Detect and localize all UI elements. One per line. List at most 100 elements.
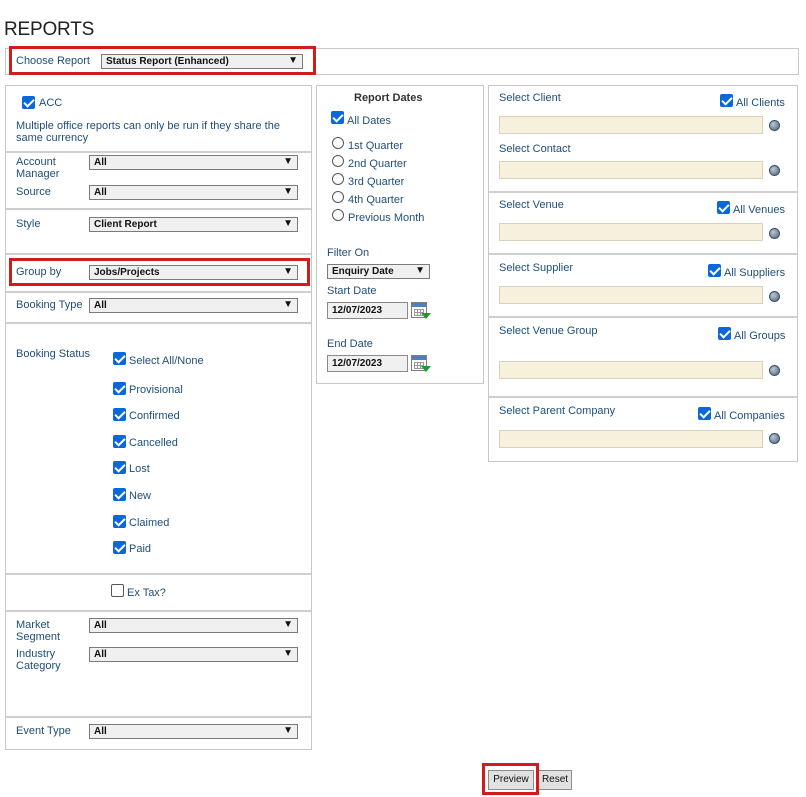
event-type-label: Event Type (16, 725, 71, 737)
venue-field[interactable] (499, 223, 763, 241)
all-suppliers-label: All Suppliers (724, 267, 786, 279)
source-label: Source (16, 186, 51, 198)
client-field[interactable] (499, 116, 763, 134)
booking-status-confirmed-checkbox[interactable] (113, 408, 126, 421)
calendar-icon-arrow (421, 313, 431, 319)
event-type-select[interactable]: All ▼ (89, 724, 298, 739)
report-dates-heading: Report Dates (354, 92, 423, 104)
calendar-icon[interactable] (411, 355, 431, 372)
booking-status-paid-checkbox[interactable] (113, 541, 126, 554)
chevron-down-icon: ▼ (283, 186, 293, 197)
reset-button[interactable]: Reset (538, 770, 572, 790)
select-parent-company-label: Select Parent Company (499, 405, 616, 417)
booking-type-label: Booking Type (16, 299, 83, 311)
all-venues-label: All Venues (733, 204, 785, 216)
quarter-radio-3[interactable] (332, 173, 344, 185)
booking-status-select-all-checkbox[interactable] (113, 352, 126, 365)
supplier-field[interactable] (499, 286, 763, 304)
divider (6, 151, 311, 153)
acc-checkbox[interactable] (22, 96, 35, 109)
globe-icon[interactable] (769, 120, 780, 131)
account-manager-value: All (94, 157, 107, 168)
ex-tax-checkbox[interactable] (111, 584, 124, 597)
select-client-label: Select Client (499, 92, 561, 104)
highlight-group-by (9, 258, 310, 286)
chevron-down-icon: ▼ (283, 218, 293, 229)
market-segment-label-line1: Market (16, 619, 50, 631)
market-segment-label: Market Segment (16, 619, 60, 643)
account-manager-label: Account Manager (16, 156, 59, 180)
booking-status-option-label: Cancelled (129, 437, 178, 449)
globe-icon[interactable] (769, 365, 780, 376)
chevron-down-icon: ▼ (415, 265, 425, 276)
quarter-radio-2[interactable] (332, 155, 344, 167)
all-companies-checkbox[interactable] (698, 407, 711, 420)
divider (6, 253, 311, 255)
booking-status-option-label: Paid (129, 543, 152, 555)
booking-status-new-checkbox[interactable] (113, 488, 126, 501)
booking-status-lost-checkbox[interactable] (113, 461, 126, 474)
divider (489, 396, 797, 398)
all-dates-checkbox[interactable] (331, 111, 344, 124)
source-select[interactable]: All ▼ (89, 185, 298, 200)
start-date-label: Start Date (327, 285, 377, 297)
divider (6, 610, 311, 612)
all-clients-label: All Clients (736, 97, 785, 109)
divider (6, 208, 311, 210)
booking-status-claimed-checkbox[interactable] (113, 515, 126, 528)
all-companies-label: All Companies (714, 410, 785, 422)
all-groups-checkbox[interactable] (718, 327, 731, 340)
quarter-label: 4th Quarter (348, 194, 404, 206)
parent-company-field[interactable] (499, 430, 763, 448)
quarter-radio-1[interactable] (332, 137, 344, 149)
chevron-down-icon: ▼ (283, 299, 293, 310)
divider (6, 716, 311, 718)
highlight-preview (482, 763, 539, 795)
chevron-down-icon: ▼ (283, 156, 293, 167)
booking-status-provisional-checkbox[interactable] (113, 382, 126, 395)
all-suppliers-checkbox[interactable] (708, 264, 721, 277)
contact-field[interactable] (499, 161, 763, 179)
booking-status-option-label: Claimed (129, 517, 170, 529)
divider (6, 573, 311, 575)
booking-type-value: All (94, 300, 107, 311)
booking-status-cancelled-checkbox[interactable] (113, 435, 126, 448)
all-groups-label: All Groups (734, 330, 786, 342)
quarter-label: Previous Month (348, 212, 425, 224)
calendar-icon[interactable] (411, 302, 431, 319)
filter-on-select[interactable]: Enquiry Date ▼ (327, 264, 430, 279)
end-date-input[interactable]: 12/07/2023 (327, 355, 408, 372)
industry-category-select[interactable]: All ▼ (89, 647, 298, 662)
previous-month-radio[interactable] (332, 209, 344, 221)
divider (6, 322, 311, 324)
globe-icon[interactable] (769, 165, 780, 176)
globe-icon[interactable] (769, 433, 780, 444)
quarter-radio-4[interactable] (332, 191, 344, 203)
end-date-label: End Date (327, 338, 373, 350)
globe-icon[interactable] (769, 228, 780, 239)
quarter-label: 2nd Quarter (348, 158, 407, 170)
industry-category-label-line1: Industry (16, 648, 56, 660)
ex-tax-label: Ex Tax? (127, 587, 166, 599)
venue-group-field[interactable] (499, 361, 763, 379)
all-dates-label: All Dates (347, 115, 392, 127)
globe-icon[interactable] (769, 291, 780, 302)
market-segment-select[interactable]: All ▼ (89, 618, 298, 633)
filter-on-label: Filter On (327, 247, 370, 259)
office-currency-note: Multiple office reports can only be run … (16, 120, 280, 144)
account-manager-label-line2: Manager (16, 168, 60, 180)
account-manager-select[interactable]: All ▼ (89, 155, 298, 170)
style-select[interactable]: Client Report ▼ (89, 217, 298, 232)
all-clients-checkbox[interactable] (720, 94, 733, 107)
booking-status-label: Booking Status (16, 348, 90, 360)
booking-status-option-label: Select All/None (129, 355, 204, 367)
market-segment-value: All (94, 620, 107, 631)
select-venue-label: Select Venue (499, 199, 564, 211)
all-venues-checkbox[interactable] (717, 201, 730, 214)
divider (489, 253, 797, 255)
start-date-input[interactable]: 12/07/2023 (327, 302, 408, 319)
chevron-down-icon: ▼ (283, 619, 293, 630)
acc-label: ACC (39, 97, 63, 109)
divider (489, 191, 797, 193)
booking-type-select[interactable]: All ▼ (89, 298, 298, 313)
